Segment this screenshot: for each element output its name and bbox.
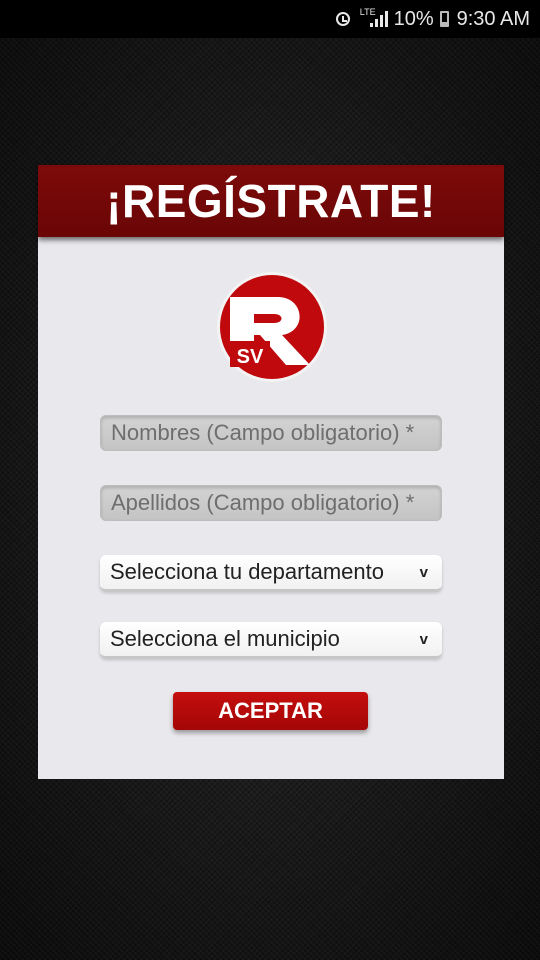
first-name-input[interactable] <box>111 420 441 446</box>
department-select-label: Selecciona tu departamento <box>110 559 384 584</box>
card-header: ¡REGÍSTRATE! <box>38 165 504 237</box>
chevron-down-icon: v <box>419 630 428 648</box>
alarm-icon <box>335 12 350 26</box>
chevron-down-icon: v <box>419 563 428 581</box>
first-name-field[interactable] <box>100 415 442 451</box>
accept-button-label: ACEPTAR <box>218 698 323 723</box>
status-bar: LTE 10% 9:30 AM <box>0 0 540 38</box>
clock: 9:30 AM <box>456 7 530 30</box>
battery-icon <box>439 11 449 27</box>
network-type: LTE <box>359 7 376 17</box>
department-select[interactable]: Selecciona tu departamento v <box>100 555 442 591</box>
last-name-input[interactable] <box>111 490 441 516</box>
municipality-select[interactable]: Selecciona el municipio v <box>100 622 442 658</box>
municipality-select-label: Selecciona el municipio <box>110 626 340 651</box>
last-name-field[interactable] <box>100 485 442 521</box>
accept-button[interactable]: ACEPTAR <box>173 692 368 730</box>
battery-percent: 10% <box>393 7 434 30</box>
app-logo: SV <box>217 272 327 382</box>
registration-card: ¡REGÍSTRATE! SV Selecciona tu departamen… <box>38 165 504 779</box>
logo-text: SV <box>237 346 264 368</box>
status-icons: LTE 10% 9:30 AM <box>335 0 530 38</box>
page-title: ¡REGÍSTRATE! <box>106 175 436 227</box>
